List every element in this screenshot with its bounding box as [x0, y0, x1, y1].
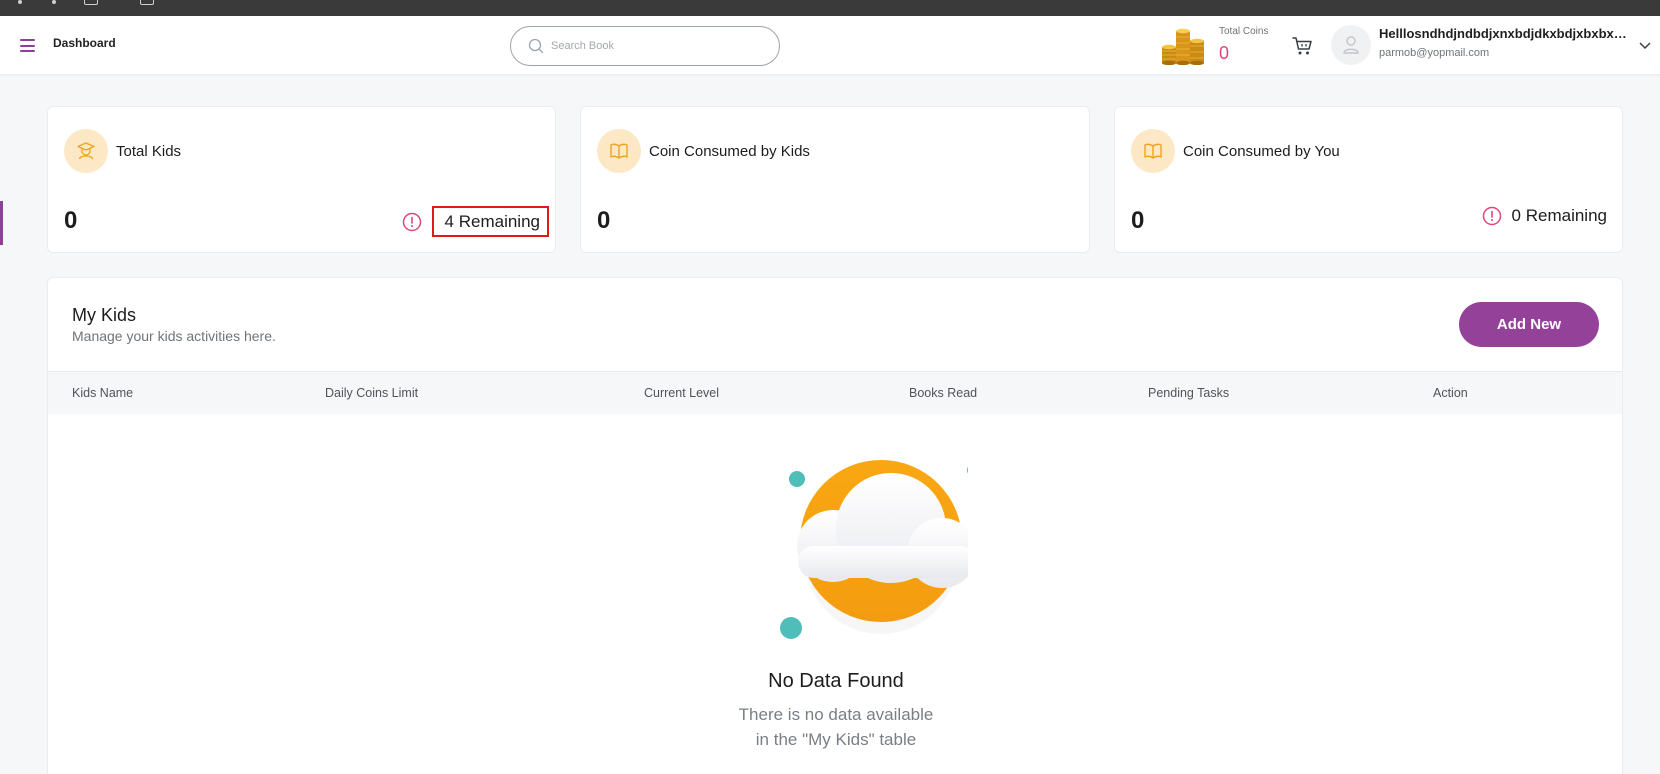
coin-stack-icon — [1162, 28, 1204, 65]
avatar[interactable] — [1331, 25, 1371, 65]
card-value: 0 — [1131, 207, 1145, 234]
remaining-text: 4 Remaining — [431, 206, 549, 237]
window-tab-icon[interactable] — [84, 0, 98, 5]
panel-subtitle: Manage your kids activities here. — [72, 328, 276, 344]
table-header: Kids Name Daily Coins Limit Current Leve… — [48, 371, 1622, 414]
panel-title: My Kids — [72, 305, 137, 325]
column-header-daily-coins-limit: Daily Coins Limit — [325, 386, 419, 400]
alert-icon — [1482, 206, 1501, 226]
sidebar-active-indicator — [0, 201, 3, 245]
alert-icon — [402, 212, 421, 231]
chevron-down-icon[interactable] — [1638, 40, 1652, 50]
menu-toggle-icon[interactable] — [20, 39, 35, 52]
book-icon — [1131, 129, 1175, 173]
tab-glyph-dot — [52, 0, 56, 4]
total-kids-card: Total Kids 0 4 Remaining — [47, 106, 556, 253]
empty-state-text: There is no data available in the "My Ki… — [738, 705, 934, 749]
card-title: Coin Consumed by Kids — [649, 143, 810, 160]
total-coins-value: 0 — [1219, 43, 1230, 63]
column-header-pending-tasks: Pending Tasks — [1148, 386, 1230, 400]
card-title: Coin Consumed by You — [1183, 143, 1340, 160]
coin-consumed-by-you-card: Coin Consumed by You 0 0 Remaining — [1114, 106, 1623, 253]
user-email: parmob@yopmail.com — [1379, 47, 1490, 59]
my-kids-panel: My Kids Manage your kids activities here… — [47, 277, 1623, 774]
graduate-icon — [64, 129, 108, 173]
user-icon — [1343, 36, 1359, 54]
card-value: 0 — [64, 207, 78, 234]
search-icon — [528, 38, 544, 54]
cart-icon[interactable] — [1292, 36, 1314, 56]
remaining-indicator: 0 Remaining — [1482, 206, 1607, 226]
search-input[interactable] — [551, 40, 751, 52]
window-top-strip — [0, 0, 1660, 16]
book-icon — [597, 129, 641, 173]
column-header-current-level: Current Level — [644, 386, 720, 400]
remaining-text: 0 Remaining — [1511, 206, 1607, 225]
column-header-kids-name: Kids Name — [72, 386, 134, 400]
card-title: Total Kids — [116, 143, 182, 160]
top-header: Dashboard Total Coins 0 — [0, 16, 1660, 75]
column-header-books-read: Books Read — [909, 386, 978, 400]
empty-cloud-illustration — [780, 460, 968, 639]
column-header-action: Action — [1433, 386, 1468, 400]
tab-glyph-dot — [18, 0, 22, 4]
card-value: 0 — [597, 207, 611, 234]
user-name[interactable]: Helllosndhdjndbdjxnxbdjdkxbdjxbxbxbxbx — [1379, 26, 1627, 41]
add-new-button[interactable]: Add New — [1459, 302, 1599, 347]
coin-consumed-by-kids-card: Coin Consumed by Kids 0 — [580, 106, 1090, 253]
search-box[interactable] — [510, 26, 780, 66]
empty-state-title: No Data Found — [768, 670, 904, 692]
remaining-indicator: 4 Remaining — [402, 206, 549, 237]
page-breadcrumb[interactable]: Dashboard — [53, 36, 116, 50]
total-coins-label: Total Coins — [1219, 26, 1269, 37]
window-tab-icon[interactable] — [140, 0, 154, 5]
